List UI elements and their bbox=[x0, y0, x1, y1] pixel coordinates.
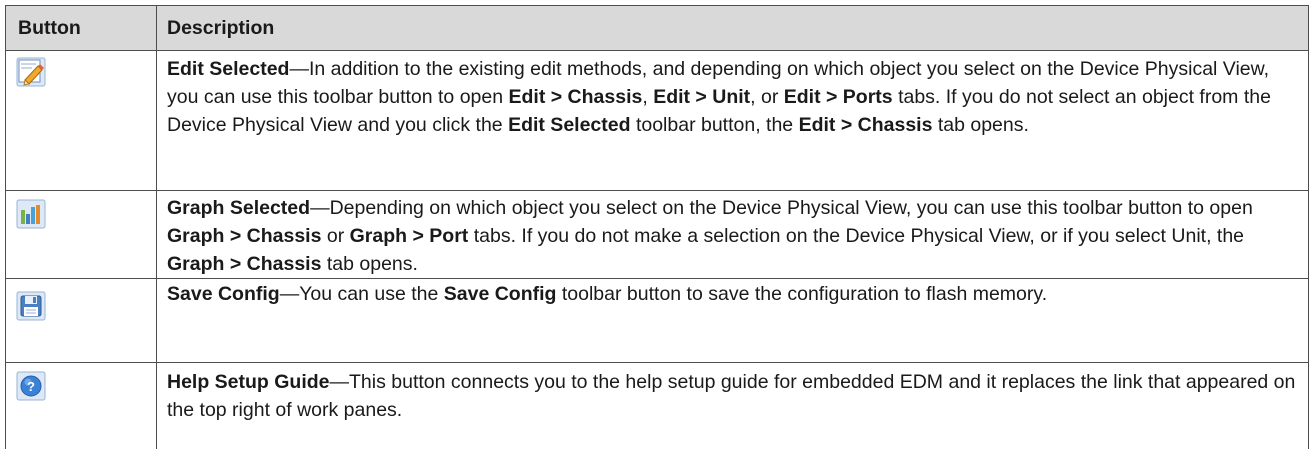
table-row: ? Help Setup Guide—This button connects … bbox=[6, 363, 1308, 449]
header-button: Button bbox=[6, 6, 157, 50]
button-cell bbox=[6, 279, 157, 362]
table-header-row: Button Description bbox=[6, 6, 1308, 51]
table-row: Graph Selected—Depending on which object… bbox=[6, 191, 1308, 279]
header-description: Description bbox=[167, 17, 275, 39]
button-cell bbox=[6, 191, 157, 278]
table-row: Save Config—You can use the Save Config … bbox=[6, 279, 1308, 363]
bar-graph-icon bbox=[16, 199, 46, 229]
description-cell: Save Config—You can use the Save Config … bbox=[167, 283, 1048, 305]
description-cell: Graph Selected—Depending on which object… bbox=[167, 197, 1253, 275]
help-question-icon: ? bbox=[16, 371, 46, 401]
button-cell: ? bbox=[6, 363, 157, 449]
description-cell: Edit Selected—In addition to the existin… bbox=[167, 58, 1271, 136]
toolbar-buttons-table: Button Description Edit Selected—In addi… bbox=[5, 5, 1309, 449]
button-cell bbox=[6, 51, 157, 190]
description-cell: Help Setup Guide—This button connects yo… bbox=[167, 371, 1296, 421]
edit-pencil-icon bbox=[16, 57, 46, 87]
svg-text:?: ? bbox=[27, 379, 35, 394]
floppy-disk-icon bbox=[16, 291, 46, 321]
table-row: Edit Selected—In addition to the existin… bbox=[6, 51, 1308, 191]
